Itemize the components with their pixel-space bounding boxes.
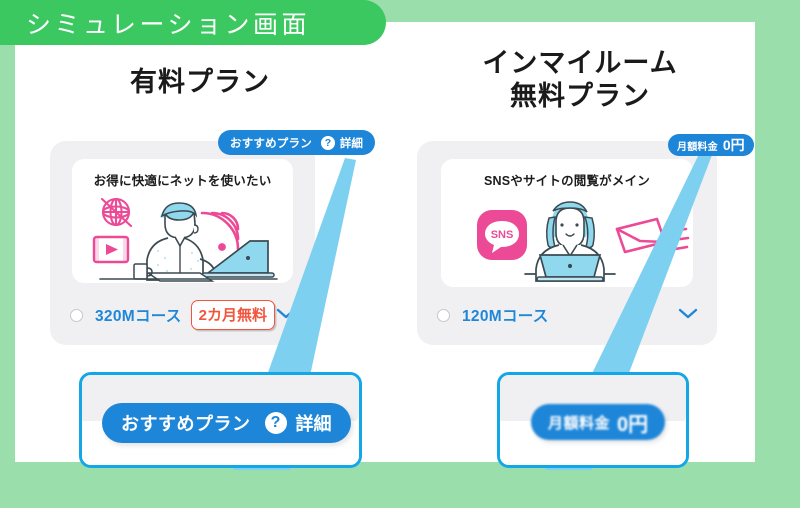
svg-text:SNS: SNS	[491, 229, 514, 241]
monthly-fee-value: 0円	[722, 137, 745, 153]
man-with-laptop-illustration	[72, 185, 293, 283]
radio-120m[interactable]	[437, 308, 450, 322]
column-title-free: インマイルーム 無料プラン	[482, 48, 678, 112]
recommended-plan-label: おすすめプラン	[230, 137, 312, 150]
help-icon[interactable]: ?	[320, 135, 335, 150]
course-name-320m: 320Mコース	[95, 308, 182, 325]
plan-card-paid-panel: お得に快適にネットを使いたい	[72, 159, 293, 283]
callout-recommended-plan-badge: おすすめプラン ? 詳細	[102, 403, 351, 443]
callout-monthly-fee-label: 月額料金	[548, 414, 611, 432]
callout-monthly-fee-value: 0円	[617, 413, 649, 436]
plan-card-free-row[interactable]: 120Mコース	[417, 285, 717, 345]
callout-detail-label: 詳細	[295, 414, 332, 434]
ribbon-header: シミュレーション画面	[0, 0, 386, 45]
radio-320m[interactable]	[70, 308, 83, 322]
envelope-icon	[615, 217, 690, 254]
plan-card-free[interactable]: SNSやサイトの閲覧がメイン SNS 120Mコース	[417, 141, 717, 345]
chevron-down-icon[interactable]	[275, 306, 297, 325]
plan-card-free-panel: SNSやサイトの閲覧がメイン SNS	[441, 159, 693, 287]
column-title-paid: 有料プラン	[130, 67, 270, 97]
woman-with-laptop-illustration: SNS	[441, 185, 693, 285]
callout-monthly-fee-badge: 月額料金 0円	[531, 404, 666, 440]
plan-card-paid-row[interactable]: 320Mコース 2カ月無料	[50, 285, 315, 345]
recommended-plan-badge[interactable]: おすすめプラン ? 詳細	[218, 130, 375, 155]
chevron-down-icon[interactable]	[677, 306, 699, 325]
monthly-fee-badge[interactable]: 月額料金 0円	[668, 134, 754, 156]
ribbon-label: シミュレーション画面	[26, 10, 311, 39]
monthly-fee-label: 月額料金	[677, 141, 718, 153]
course-name-120m: 120Mコース	[462, 308, 549, 325]
detail-link[interactable]: 詳細	[340, 135, 363, 151]
plan-card-paid[interactable]: お得に快適にネットを使いたい 320Mコース 2カ月無料	[50, 141, 315, 345]
callout-recommended-plan: おすすめプラン ? 詳細	[79, 372, 362, 468]
callout-recommended-plan-label: おすすめプラン	[121, 414, 251, 434]
help-icon: ?	[264, 412, 287, 434]
free-months-tag: 2カ月無料	[190, 300, 275, 330]
callout-monthly-fee: 月額料金 0円	[497, 372, 689, 468]
sns-chat-icon: SNS	[477, 210, 527, 260]
